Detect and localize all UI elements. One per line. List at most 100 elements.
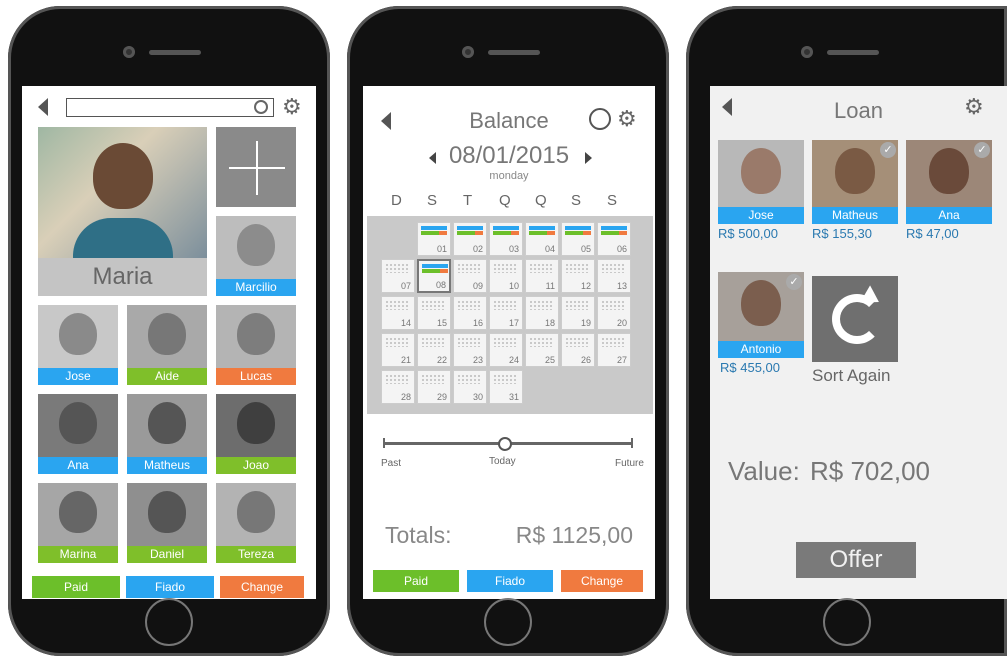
sort-again-button[interactable] [812,276,898,362]
calendar-day[interactable]: 30 [453,370,487,404]
calendar-day[interactable]: 01 [417,222,451,256]
globe-icon[interactable] [589,108,611,130]
fiado-button[interactable]: Fiado [467,570,553,592]
calendar-day[interactable]: 29 [417,370,451,404]
empty-marks [493,337,517,347]
contact-photo [38,127,207,258]
contact-tile[interactable]: Aide [127,305,207,385]
day-number: 17 [508,318,519,328]
day-number: 05 [580,244,591,254]
empty-marks [529,337,553,347]
empty-marks [493,300,517,310]
paid-button[interactable]: Paid [373,570,459,592]
empty-marks [601,337,625,347]
offer-button[interactable]: Offer [796,542,916,578]
calendar-day[interactable]: 10 [489,259,523,293]
back-icon[interactable] [38,98,48,116]
calendar-day[interactable]: 02 [453,222,487,256]
calendar-day[interactable]: 19 [561,296,595,330]
calendar-day[interactable]: 25 [525,333,559,367]
home-button[interactable] [822,598,871,646]
contact-tile[interactable]: Lucas [216,305,296,385]
contact-tile[interactable]: Marina [38,483,118,563]
contact-name: Aide [127,368,207,385]
timeline-today-label: Today [489,456,516,467]
calendar-day[interactable]: 28 [381,370,415,404]
featured-contact-tile[interactable]: Maria [38,127,207,296]
calendar-day[interactable]: 23 [453,333,487,367]
contact-tile[interactable]: Matheus [127,394,207,474]
change-button[interactable]: Change [561,570,643,592]
speaker-icon [826,50,879,55]
check-icon: ✓ [880,142,896,158]
timeline-handle[interactable] [498,437,512,451]
contact-tile[interactable]: Tereza [216,483,296,563]
calendar-day[interactable]: 20 [597,296,631,330]
calendar-day[interactable]: 05 [561,222,595,256]
change-button[interactable]: Change [220,576,304,598]
contact-tile[interactable]: Daniel [127,483,207,563]
settings-gear-icon[interactable]: ⚙ [964,96,984,118]
activity-marks [601,226,627,238]
calendar-day[interactable]: 16 [453,296,487,330]
empty-marks [457,263,481,273]
day-number: 28 [400,392,411,402]
contact-tile[interactable]: Marcilio [216,216,296,296]
fiado-button[interactable]: Fiado [126,576,214,598]
home-button[interactable] [145,598,193,646]
calendar-day[interactable]: 17 [489,296,523,330]
loan-person-tile[interactable]: Ana ✓ [906,140,992,224]
calendar-day[interactable]: 14 [381,296,415,330]
day-number: 26 [580,355,591,365]
calendar-day[interactable]: 21 [381,333,415,367]
calendar-day[interactable]: 06 [597,222,631,256]
camera-icon [123,46,135,58]
add-contact-button[interactable] [216,127,296,207]
balance-screen: Balance ⚙ 08/01/2015 monday D S T Q Q S … [363,86,655,599]
loan-person-tile[interactable]: Jose [718,140,804,224]
day-number: 18 [544,318,555,328]
phone-contacts: ⚙ Maria Marcilio Jose Aide Lucas Ana Mat… [8,6,330,656]
loan-person-tile[interactable]: Matheus ✓ [812,140,898,224]
contact-tile[interactable]: Ana [38,394,118,474]
calendar-day[interactable]: 12 [561,259,595,293]
calendar-day[interactable]: 03 [489,222,523,256]
calendar-day[interactable]: 26 [561,333,595,367]
day-number: 03 [508,244,519,254]
calendar-day[interactable]: 09 [453,259,487,293]
search-input[interactable] [66,98,274,117]
calendar-day[interactable]: 31 [489,370,523,404]
totals-label: Totals: [385,522,452,548]
contact-tile[interactable]: Joao [216,394,296,474]
calendar-day[interactable]: 11 [525,259,559,293]
calendar-day[interactable]: 13 [597,259,631,293]
paid-button[interactable]: Paid [32,576,120,598]
next-date-icon[interactable] [585,152,592,164]
calendar-day[interactable]: 08 [417,259,451,293]
calendar-day[interactable]: 22 [417,333,451,367]
day-number: 31 [508,392,519,402]
loan-person-tile[interactable]: Antonio ✓ [718,272,804,358]
day-number: 09 [472,281,483,291]
home-button[interactable] [484,598,532,646]
settings-gear-icon[interactable]: ⚙ [617,108,637,130]
calendar-day[interactable]: 07 [381,259,415,293]
day-number: 24 [508,355,519,365]
person-name: Ana [906,207,992,224]
calendar-day[interactable]: 27 [597,333,631,367]
calendar-day[interactable]: 24 [489,333,523,367]
settings-gear-icon[interactable]: ⚙ [282,96,302,118]
calendar-day[interactable]: 18 [525,296,559,330]
contact-tile[interactable]: Jose [38,305,118,385]
calendar-day[interactable]: 15 [417,296,451,330]
speaker-icon [149,50,201,55]
contact-name: Matheus [127,457,207,474]
empty-marks [529,263,553,273]
search-icon[interactable] [254,100,268,114]
date-display: 08/01/2015 [448,142,570,169]
empty-marks [385,337,409,347]
contacts-screen: ⚙ Maria Marcilio Jose Aide Lucas Ana Mat… [22,86,316,599]
calendar-day[interactable]: 04 [525,222,559,256]
person-name: Matheus [812,207,898,224]
contact-name: Joao [216,457,296,474]
